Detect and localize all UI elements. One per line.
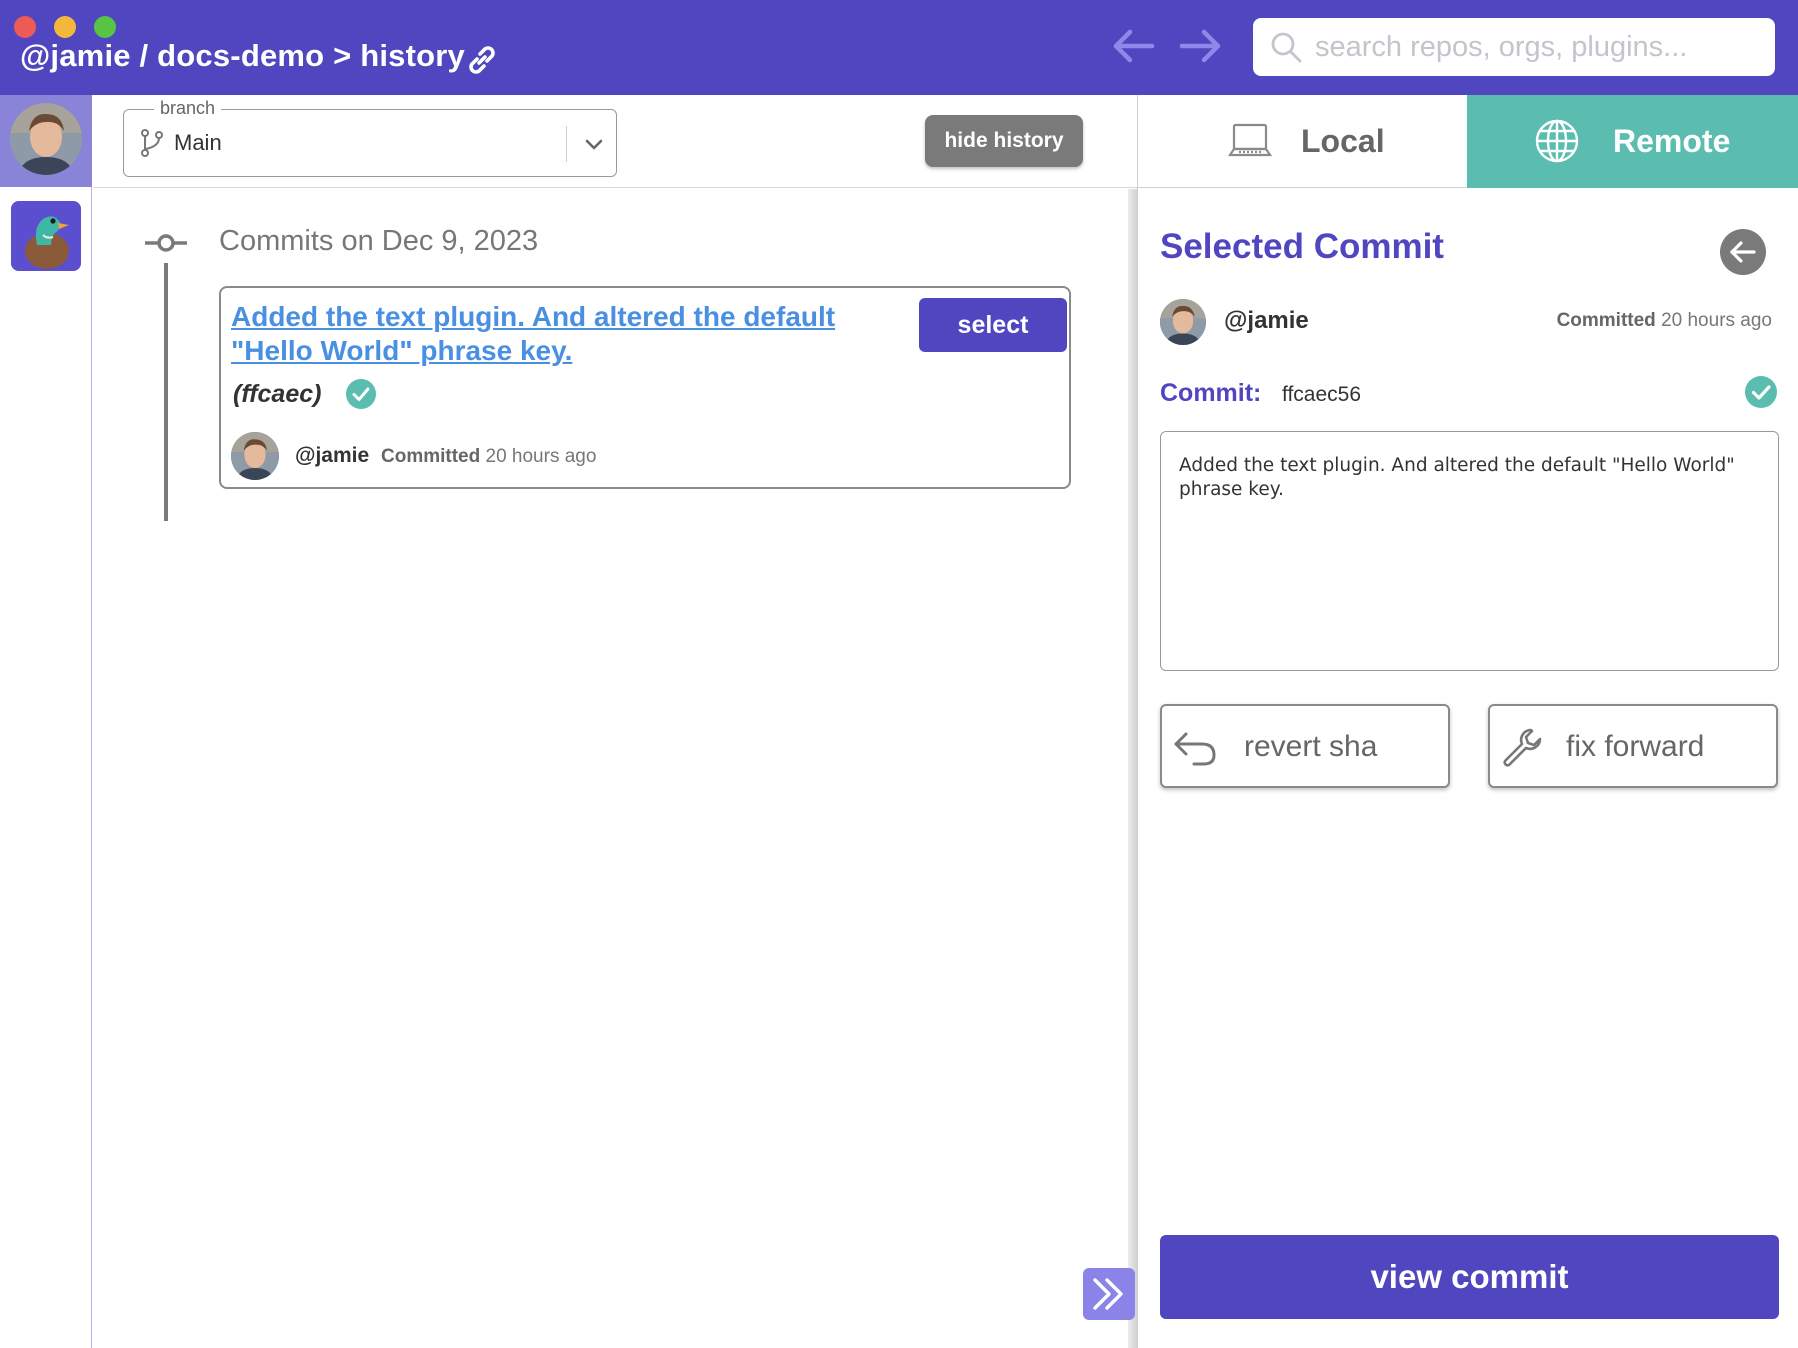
wrench-icon	[1503, 728, 1542, 767]
arrow-left-icon	[1730, 241, 1756, 263]
double-chevron-right-icon	[1093, 1278, 1123, 1310]
check-circle-icon	[346, 379, 376, 409]
tab-local[interactable]: Local	[1138, 95, 1467, 188]
laptop-icon	[1227, 123, 1273, 157]
tab-remote-label: Remote	[1613, 123, 1731, 159]
selected-commit-time-value: 20 hours ago	[1661, 310, 1772, 331]
history-toolbar: branch Main hide history	[93, 95, 1137, 188]
revert-sha-label: revert sha	[1244, 730, 1378, 763]
app-window: @jamie / docs-demo > history search repo…	[0, 0, 1798, 1348]
commit-card: Added the text plugin. And altered the d…	[219, 286, 1071, 489]
committed-label: Committed	[1556, 310, 1656, 331]
selected-commit-title: Selected Commit	[1160, 227, 1444, 266]
selected-commit-pane: Local Remote Selected Commit @jamie Comm…	[1137, 95, 1798, 1348]
commit-history-panel: Commits on Dec 9, 2023 Added the text pl…	[93, 189, 1128, 1348]
close-selected-commit-button[interactable]	[1720, 229, 1766, 275]
search-box[interactable]	[1253, 18, 1775, 76]
search-icon	[1271, 32, 1302, 63]
breadcrumb: @jamie / docs-demo > history	[20, 38, 465, 73]
rail-avatar-selected[interactable]	[0, 95, 92, 187]
left-rail	[0, 95, 92, 1348]
tab-local-label: Local	[1301, 123, 1385, 159]
check-circle-icon	[1745, 376, 1777, 408]
link-icon[interactable]	[462, 40, 502, 80]
avatar	[1160, 299, 1206, 345]
tab-remote[interactable]: Remote	[1467, 95, 1798, 188]
commit-message-box[interactable]: Added the text plugin. And altered the d…	[1160, 431, 1779, 671]
select-commit-button[interactable]: select	[919, 298, 1067, 352]
search-input[interactable]	[1315, 26, 1755, 68]
committed-label: Committed	[381, 446, 481, 467]
avatar	[10, 103, 82, 175]
git-branch-icon	[141, 129, 163, 157]
commit-sha-value: ffcaec56	[1282, 383, 1362, 406]
selected-commit-author: @jamie	[1224, 307, 1309, 334]
forward-arrow-icon[interactable]	[1178, 26, 1224, 66]
minimize-window-button[interactable]	[54, 16, 76, 38]
fix-forward-button[interactable]: fix forward	[1488, 704, 1778, 788]
chevron-down-icon[interactable]	[582, 132, 606, 156]
timeline-line	[164, 263, 168, 521]
back-arrow-icon[interactable]	[1110, 26, 1156, 66]
undo-arrow-icon	[1174, 732, 1216, 766]
commit-author: @jamie	[295, 444, 370, 467]
commit-sha-label: Commit:	[1160, 379, 1262, 407]
hide-history-button[interactable]: hide history	[925, 115, 1083, 167]
commit-short-sha: (ffcaec)	[233, 380, 322, 408]
commit-time-value: 20 hours ago	[485, 446, 597, 467]
branch-select-value: Main	[174, 130, 222, 155]
commit-date-heading: Commits on Dec 9, 2023	[219, 225, 539, 257]
globe-icon	[1535, 119, 1579, 163]
selected-commit-time: Committed 20 hours ago	[1557, 310, 1772, 332]
branch-select[interactable]: branch Main	[123, 98, 617, 177]
close-window-button[interactable]	[14, 16, 36, 38]
expand-panel-button[interactable]	[1083, 1268, 1135, 1320]
duck-logo-icon[interactable]	[11, 201, 81, 271]
commit-time: Committed 20 hours ago	[381, 446, 596, 468]
commit-message-link[interactable]: Added the text plugin. And altered the d…	[231, 300, 881, 368]
fix-forward-label: fix forward	[1566, 730, 1705, 763]
revert-sha-button[interactable]: revert sha	[1160, 704, 1450, 788]
branch-select-legend: branch	[154, 98, 222, 119]
view-commit-button[interactable]: view commit	[1160, 1235, 1779, 1319]
avatar	[231, 432, 279, 480]
branch-select-divider	[566, 126, 567, 162]
commit-node-icon	[145, 234, 187, 252]
zoom-window-button[interactable]	[94, 16, 116, 38]
title-bar: @jamie / docs-demo > history	[0, 0, 1798, 95]
